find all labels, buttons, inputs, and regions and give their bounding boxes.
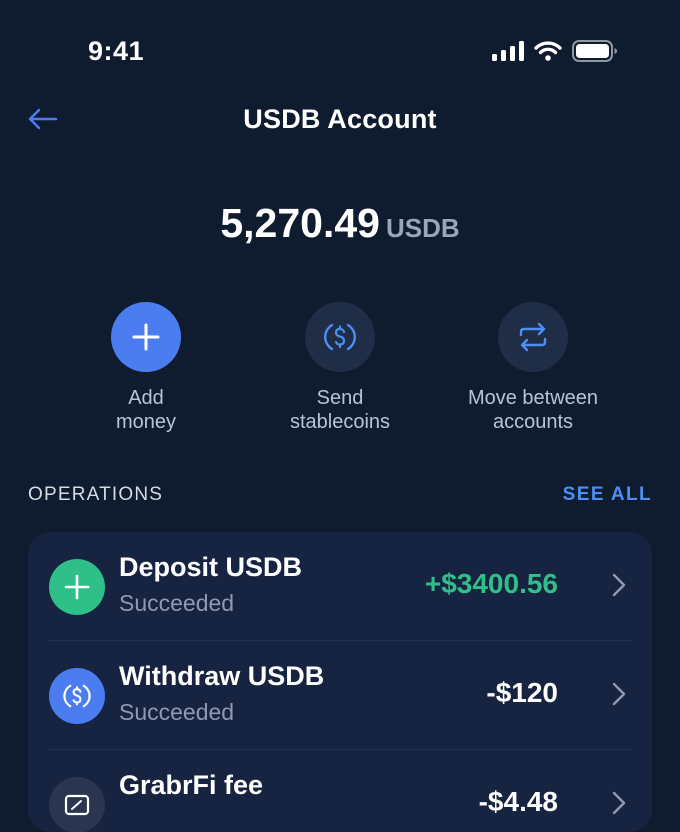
operation-name: Withdraw USDB: [119, 661, 325, 691]
operations-title: OPERATIONS: [28, 484, 164, 505]
wifi-icon: [534, 41, 562, 61]
list-item[interactable]: Deposit USDB Succeeded +$3400.56: [28, 532, 652, 640]
balance-currency: USDB: [385, 213, 460, 243]
operations-list: Deposit USDB Succeeded +$3400.56 Withdra…: [28, 532, 652, 832]
send-stablecoins-button[interactable]: Send stablecoins: [250, 302, 430, 434]
list-item[interactable]: Withdraw USDB Succeeded -$120: [28, 641, 652, 749]
move-between-accounts-button[interactable]: Move between accounts: [443, 302, 623, 434]
receipt-icon: [49, 777, 105, 832]
operation-amount: +$3400.56: [424, 568, 558, 599]
operation-amount: -$120: [486, 677, 558, 708]
status-icons: [492, 40, 618, 62]
transfer-arrows-icon[interactable]: [498, 302, 568, 372]
balance-display: 5,270.49 USDB: [0, 200, 680, 247]
operation-name: GrabrFi fee: [119, 770, 264, 800]
add-money-button[interactable]: Add money: [56, 302, 236, 434]
add-money-label: Add money: [115, 387, 177, 433]
operation-status: Succeeded: [119, 699, 235, 725]
nav-header: USDB Account: [0, 96, 680, 146]
cellular-signal-icon: [492, 41, 524, 61]
operation-name: Deposit USDB: [119, 552, 303, 582]
page-title: USDB Account: [243, 104, 437, 134]
battery-icon: [572, 40, 618, 62]
status-time: 9:41: [88, 36, 145, 66]
chevron-right-icon: [610, 790, 628, 816]
chevron-right-icon: [610, 572, 628, 598]
operation-amount: -$4.48: [478, 786, 558, 817]
dollar-coin-icon: [49, 668, 105, 724]
see-all-link[interactable]: SEE ALL: [563, 484, 652, 506]
move-between-accounts-label: Move between accounts: [467, 387, 599, 433]
balance-amount: 5,270.49: [220, 200, 380, 246]
operation-status: Succeeded: [119, 590, 235, 616]
plus-icon: [49, 559, 105, 615]
operations-header: OPERATIONS SEE ALL: [28, 484, 652, 508]
plus-icon[interactable]: [111, 302, 181, 372]
send-stablecoins-label: Send stablecoins: [289, 387, 391, 433]
dollar-coin-icon[interactable]: [305, 302, 375, 372]
status-bar: 9:41: [0, 0, 680, 100]
list-item[interactable]: GrabrFi fee -$4.48: [28, 750, 652, 832]
chevron-right-icon: [610, 681, 628, 707]
